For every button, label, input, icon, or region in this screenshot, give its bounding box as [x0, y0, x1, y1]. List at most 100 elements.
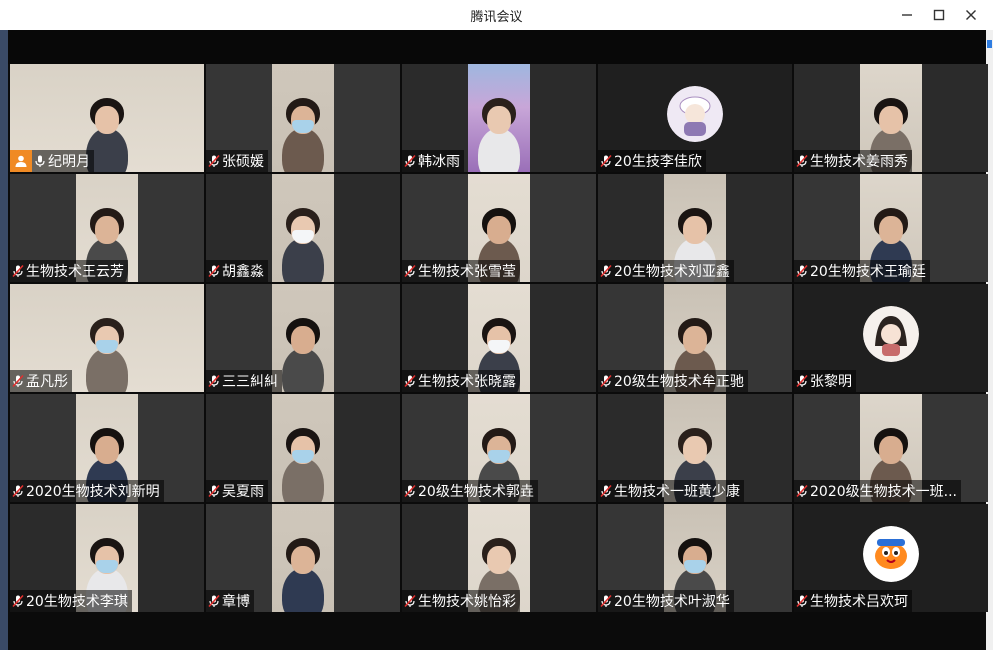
mic-muted-icon [12, 264, 24, 278]
participant-tile[interactable]: 张硕媛 [206, 64, 400, 172]
participant-name: 20生物技术叶淑华 [614, 594, 730, 610]
participant-name: 20生技李佳欣 [614, 154, 702, 170]
mic-muted-icon [404, 484, 416, 498]
participant-name-label: 20生物技术叶淑华 [598, 590, 734, 612]
participant-name: 2020生物技术刘新明 [26, 484, 160, 500]
mic-muted-icon [796, 374, 808, 388]
participant-video [468, 64, 530, 172]
participant-tile[interactable]: 生物技术王云芳 [10, 174, 204, 282]
participant-tile[interactable]: 张黎明 [794, 284, 988, 392]
participant-tile[interactable]: 章博 [206, 504, 400, 612]
participant-name: 20级生物技术牟正驰 [614, 374, 744, 390]
participant-name-label: 2020生物技术刘新明 [10, 480, 164, 502]
mic-muted-icon [208, 594, 220, 608]
participant-name: 2020级生物技术一班... [810, 484, 957, 500]
participant-tile[interactable]: 2020级生物技术一班... [794, 394, 988, 502]
host-badge [10, 150, 32, 172]
mic-status [794, 590, 810, 612]
mic-status [794, 150, 810, 172]
close-icon [966, 10, 976, 20]
participant-name-label: 2020级生物技术一班... [794, 480, 961, 502]
mic-status [10, 260, 26, 282]
mic-muted-icon [404, 594, 416, 608]
close-button[interactable] [955, 0, 987, 30]
mic-status [10, 480, 26, 502]
mic-muted-icon [12, 594, 24, 608]
participant-name-label: 胡鑫淼 [206, 260, 268, 282]
participant-name: 生物技术一班黄少康 [614, 484, 740, 500]
participant-name: 生物技术吕欢珂 [810, 594, 908, 610]
participant-name-label: 生物技术姚怡彩 [402, 590, 520, 612]
participant-tile[interactable]: 韩冰雨 [402, 64, 596, 172]
participant-name-label: 章博 [206, 590, 254, 612]
mic-muted-icon [600, 154, 612, 168]
mic-muted-icon [12, 374, 24, 388]
mic-muted-icon [600, 374, 612, 388]
participant-tile[interactable]: 三三糾糾 [206, 284, 400, 392]
mic-muted-icon [600, 594, 612, 608]
participant-tile[interactable]: 20生物技术刘亚鑫 [598, 174, 792, 282]
participant-tile[interactable]: 20级生物技术牟正驰 [598, 284, 792, 392]
participant-tile[interactable]: 20级生物技术郭垚 [402, 394, 596, 502]
mic-muted-icon [796, 484, 808, 498]
participant-name: 生物技术张晓露 [418, 374, 516, 390]
participant-tile[interactable]: 生物技术姜雨秀 [794, 64, 988, 172]
anime-avatar-icon [667, 86, 723, 142]
mic-status [598, 480, 614, 502]
participant-name-label: 20级生物技术郭垚 [402, 480, 538, 502]
participant-tile[interactable]: 生物技术姚怡彩 [402, 504, 596, 612]
mic-status [598, 370, 614, 392]
participant-name-label: 20级生物技术牟正驰 [598, 370, 748, 392]
participant-video [272, 504, 334, 612]
participant-name: 孟凡彤 [26, 374, 68, 390]
participant-tile[interactable]: 纪明月 [10, 64, 204, 172]
participant-name-label: 张黎明 [794, 370, 856, 392]
mic-status [794, 260, 810, 282]
participant-name-label: 孟凡彤 [10, 370, 72, 392]
mic-muted-icon [208, 154, 220, 168]
participant-tile[interactable]: 胡鑫淼 [206, 174, 400, 282]
participant-video [272, 394, 334, 502]
mic-status [794, 480, 810, 502]
participant-tile[interactable]: 孟凡彤 [10, 284, 204, 392]
participant-tile[interactable]: 生物技术张雪莹 [402, 174, 596, 282]
participant-name: 吴夏雨 [222, 484, 264, 500]
participant-name: 生物技术张雪莹 [418, 264, 516, 280]
bottom-toolbar-strip [8, 614, 986, 650]
mic-muted-icon [12, 484, 24, 498]
participant-tile[interactable]: 20生物技术叶淑华 [598, 504, 792, 612]
participant-name-label: 生物技术张雪莹 [402, 260, 520, 282]
participant-name-label: 生物技术张晓露 [402, 370, 520, 392]
participant-name: 生物技术姜雨秀 [810, 154, 908, 170]
mic-muted-icon [208, 484, 220, 498]
participant-name-label: 张硕媛 [206, 150, 268, 172]
participant-tile[interactable]: 2020生物技术刘新明 [10, 394, 204, 502]
mic-status [206, 260, 222, 282]
participant-name-label: 生物技术王云芳 [10, 260, 128, 282]
participant-name-label: 吴夏雨 [206, 480, 268, 502]
mic-muted-icon [208, 374, 220, 388]
participant-tile[interactable]: 20生技李佳欣 [598, 64, 792, 172]
mic-status [402, 370, 418, 392]
mic-status [206, 590, 222, 612]
participant-tile[interactable]: 生物技术一班黄少康 [598, 394, 792, 502]
participant-tile[interactable]: 生物技术吕欢珂 [794, 504, 988, 612]
participant-name: 胡鑫淼 [222, 264, 264, 280]
participant-name-label: 纪明月 [10, 150, 94, 172]
window-titlebar: 腾讯会议 [0, 0, 993, 30]
participant-name: 20生物技术李琪 [26, 594, 128, 610]
participant-name: 三三糾糾 [222, 374, 278, 390]
anime-girl-avatar-icon [863, 306, 919, 362]
mic-muted-icon [796, 264, 808, 278]
participant-tile[interactable]: 吴夏雨 [206, 394, 400, 502]
mic-status [206, 370, 222, 392]
participant-tile[interactable]: 20生物技术李琪 [10, 504, 204, 612]
participant-tile[interactable]: 20生物技术王瑜廷 [794, 174, 988, 282]
participant-name: 生物技术王云芳 [26, 264, 124, 280]
window-controls [891, 0, 987, 30]
maximize-button[interactable] [923, 0, 955, 30]
minimize-button[interactable] [891, 0, 923, 30]
participant-name: 20生物技术王瑜廷 [810, 264, 926, 280]
mic-muted-icon [600, 484, 612, 498]
participant-tile[interactable]: 生物技术张晓露 [402, 284, 596, 392]
